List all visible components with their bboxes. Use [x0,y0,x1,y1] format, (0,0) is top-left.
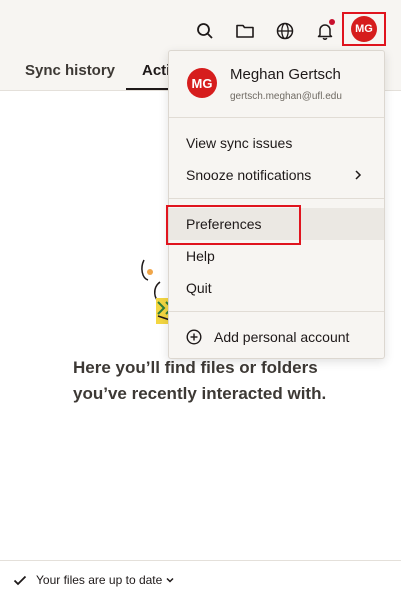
folder-icon [236,24,254,38]
add-circle-icon [186,329,202,345]
menu-item-view-sync-issues[interactable]: View sync issues [169,127,384,159]
menu-divider [169,117,384,118]
sync-status[interactable]: Your files are up to date [12,572,175,588]
globe-icon [276,22,294,40]
chevron-right-icon [355,170,362,180]
user-email: gertsch.meghan@ufl.edu [230,91,342,102]
notification-dot [329,19,335,25]
menu-item-label: Snooze notifications [186,167,312,183]
sync-status-text: Your files are up to date [36,573,163,587]
empty-state-text: Here you’ll find files or folders you’ve… [73,358,327,403]
menu-divider [169,198,384,199]
account-button[interactable]: MG [342,12,386,46]
folder-button[interactable] [230,16,260,46]
chevron-down-icon [166,577,174,583]
status-footer: Your files are up to date [0,560,401,602]
search-button[interactable] [190,16,220,46]
user-name: Meghan Gertsch [230,66,341,83]
menu-item-label: Quit [186,280,212,296]
search-icon [197,23,213,39]
menu-avatar: MG [187,68,217,98]
menu-item-preferences[interactable]: Preferences [166,205,384,245]
globe-button[interactable] [270,16,300,46]
notifications-button[interactable] [310,16,340,46]
menu-item-label: Help [186,248,215,264]
menu-item-label: Preferences [186,216,262,232]
menu-item-label: View sync issues [186,135,293,151]
tab-sync-history[interactable]: Sync history [25,62,115,79]
account-menu: MG Meghan Gertsch gertsch.meghan@ufl.edu… [166,50,385,359]
avatar: MG [351,16,377,42]
menu-item-snooze-notifications[interactable]: Snooze notifications [169,159,384,191]
menu-item-quit[interactable]: Quit [169,272,384,304]
checkmark-icon [13,575,27,586]
menu-item-add-personal-account[interactable]: Add personal account [169,321,384,353]
menu-item-label: Add personal account [214,329,350,345]
menu-divider [169,311,384,312]
menu-item-help[interactable]: Help [169,240,384,272]
tab-activity[interactable]: Acti [142,62,170,79]
